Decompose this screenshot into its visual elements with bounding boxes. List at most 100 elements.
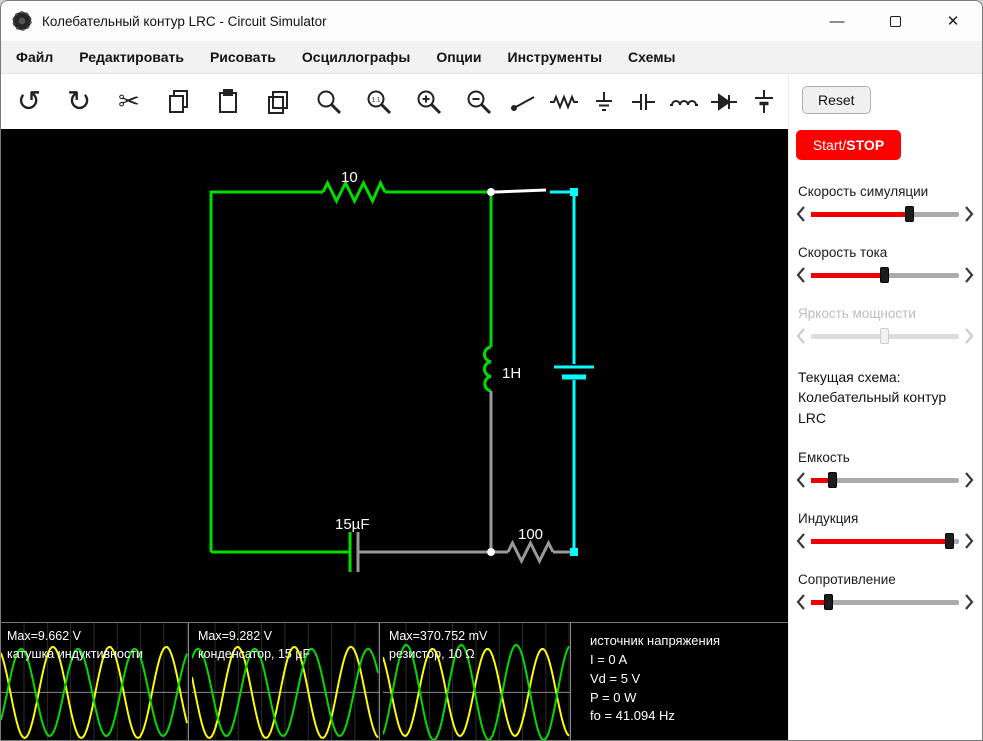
zoom-in-icon[interactable]	[404, 80, 454, 124]
maximize-icon	[890, 16, 901, 27]
slider-track[interactable]	[811, 205, 959, 223]
menu-scopes[interactable]: Осциллографы	[289, 49, 423, 65]
slider-simulation-speed: Скорость симуляции	[796, 184, 974, 224]
slider-right-arrow[interactable]	[964, 205, 974, 223]
slider-left-arrow[interactable]	[796, 205, 806, 223]
resistor-icon[interactable]	[544, 80, 584, 124]
junction-dot-bottom	[487, 548, 495, 556]
menu-draw[interactable]: Рисовать	[197, 49, 289, 65]
slider-track[interactable]	[811, 532, 959, 550]
resistor-top-label: 10	[341, 169, 358, 186]
slider-resistance: Сопротивление	[796, 572, 974, 612]
scope-name: конденсатор, 15 µF	[198, 646, 310, 664]
current-circuit-label: Текущая схема:	[798, 367, 974, 387]
slider-left-arrow[interactable]	[796, 471, 806, 489]
slider-thumb[interactable]	[945, 533, 954, 549]
scope-inductor[interactable]: Max=9.662 V катушка индуктивности	[1, 623, 189, 741]
scope-name: резистор, 10 Ω	[389, 646, 487, 664]
ground-icon[interactable]	[584, 80, 624, 124]
scope-resistor[interactable]: Max=370.752 mV резистор, 10 Ω	[383, 623, 571, 741]
info-frequency: fo = 41.094 Hz	[590, 707, 720, 726]
minimize-button[interactable]: —	[808, 1, 866, 41]
slider-capacitance: Емкость	[796, 450, 974, 490]
inductor-component[interactable]: 1H	[484, 196, 521, 548]
cut-icon[interactable]: ✂	[104, 80, 154, 124]
redo-icon[interactable]: ↻	[54, 80, 104, 124]
duplicate-icon[interactable]	[254, 80, 304, 124]
slider-right-arrow	[964, 327, 974, 345]
sidebar: Reset Start/STOP Скорость симуляции Скор…	[788, 74, 982, 740]
slider-track[interactable]	[811, 471, 959, 489]
resistor-right-component[interactable]: 100	[495, 526, 570, 561]
reset-button[interactable]: Reset	[802, 86, 871, 114]
menu-tools[interactable]: Инструменты	[495, 49, 616, 65]
start-stop-button[interactable]: Start/STOP	[796, 130, 901, 160]
info-power: P = 0 W	[590, 689, 720, 708]
zoom-icon[interactable]	[304, 80, 354, 124]
terminal-top[interactable]	[570, 188, 578, 196]
app-window: Колебательный контур LRC - Circuit Simul…	[0, 0, 983, 741]
resistor-top-component[interactable]: 10	[323, 169, 385, 201]
slider-thumb	[880, 328, 889, 344]
slider-thumb[interactable]	[824, 594, 833, 610]
maximize-button[interactable]	[866, 1, 924, 41]
capacitor-label: 15µF	[335, 516, 370, 533]
scope-max: Max=9.282 V	[198, 628, 310, 646]
slider-track	[811, 327, 959, 345]
slider-left-arrow[interactable]	[796, 593, 806, 611]
zoom-out-icon[interactable]	[454, 80, 504, 124]
voltage-source-component[interactable]	[550, 188, 594, 556]
capacitor-icon[interactable]	[624, 80, 664, 124]
svg-text:1:1: 1:1	[371, 96, 380, 103]
slider-left-arrow[interactable]	[796, 266, 806, 284]
scope-max: Max=370.752 mV	[389, 628, 487, 646]
slider-right-arrow[interactable]	[964, 593, 974, 611]
slider-thumb[interactable]	[828, 472, 837, 488]
slider-fill	[811, 212, 910, 217]
slider-track[interactable]	[811, 266, 959, 284]
scope-capacitor[interactable]: Max=9.282 V конденсатор, 15 µF	[192, 623, 380, 741]
switch-component[interactable]	[495, 190, 546, 192]
close-button[interactable]: ✕	[924, 1, 982, 41]
slider-right-arrow[interactable]	[964, 532, 974, 550]
slider-label: Яркость мощности	[798, 306, 974, 321]
slider-fill	[811, 273, 885, 278]
titlebar: Колебательный контур LRC - Circuit Simul…	[1, 1, 982, 41]
inductor-icon[interactable]	[664, 80, 704, 124]
inductor-label: 1H	[502, 365, 521, 382]
menubar: Файл Редактировать Рисовать Осциллографы…	[1, 41, 982, 74]
menu-options[interactable]: Опции	[423, 49, 494, 65]
info-voltage: Vd = 5 V	[590, 670, 720, 689]
slider-right-arrow[interactable]	[964, 266, 974, 284]
slider-label: Емкость	[798, 450, 974, 465]
slider-thumb[interactable]	[880, 267, 889, 283]
info-current: I = 0 A	[590, 651, 720, 670]
slider-label: Индукция	[798, 511, 974, 526]
selection-info: источник напряжения I = 0 A Vd = 5 V P =…	[574, 623, 720, 741]
slider-label: Сопротивление	[798, 572, 974, 587]
menu-edit[interactable]: Редактировать	[66, 49, 197, 65]
zoom-actual-icon[interactable]: 1:1	[354, 80, 404, 124]
capacitor-component[interactable]: 15µF	[211, 516, 487, 572]
slider-track[interactable]	[811, 593, 959, 611]
copy-icon[interactable]	[154, 80, 204, 124]
menu-circuits[interactable]: Схемы	[615, 49, 688, 65]
diode-icon[interactable]	[704, 80, 744, 124]
slider-current-speed: Скорость тока	[796, 245, 974, 285]
slider-thumb[interactable]	[905, 206, 914, 222]
wire-icon[interactable]	[504, 80, 544, 124]
menu-file[interactable]: Файл	[3, 49, 66, 65]
voltage-source-icon[interactable]	[744, 80, 784, 124]
slider-label: Скорость тока	[798, 245, 974, 260]
paste-icon[interactable]	[204, 80, 254, 124]
slider-fill	[811, 539, 950, 544]
slider-power-brightness: Яркость мощности	[796, 306, 974, 346]
slider-left-arrow[interactable]	[796, 532, 806, 550]
terminal-bottom[interactable]	[570, 548, 578, 556]
scope-strip: Max=9.662 V катушка индуктивности Max=9.…	[1, 622, 788, 741]
undo-icon[interactable]: ↺	[4, 80, 54, 124]
slider-right-arrow[interactable]	[964, 471, 974, 489]
circuit-canvas[interactable]: 10	[1, 129, 788, 622]
wire-loop-left[interactable]	[211, 192, 491, 552]
info-title: источник напряжения	[590, 632, 720, 651]
